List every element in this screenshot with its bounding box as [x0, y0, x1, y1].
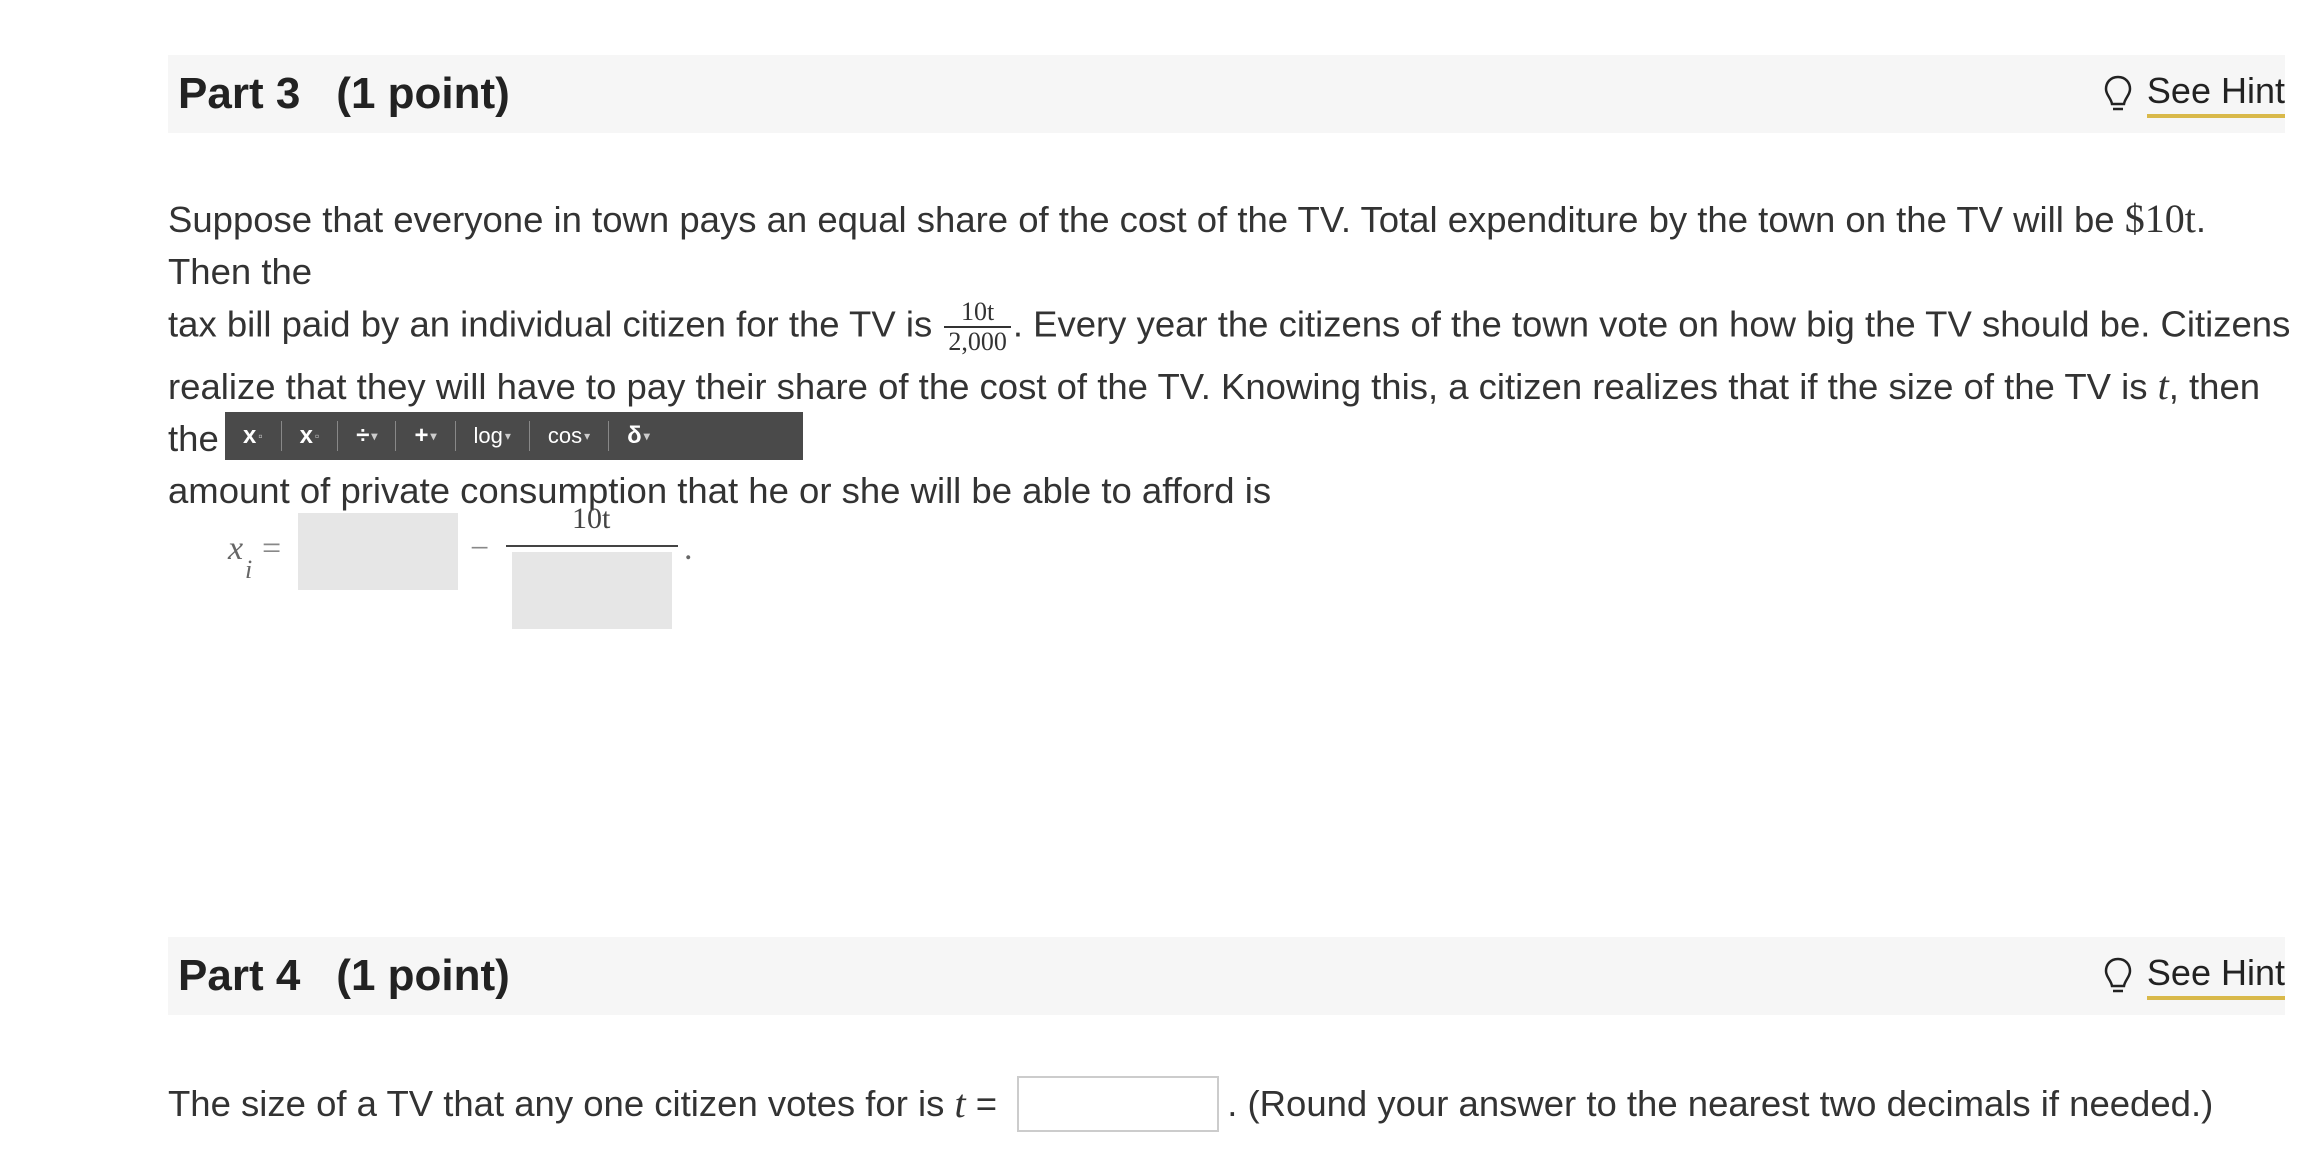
part4-header: Part 4 (1 point) See Hint — [168, 937, 2285, 1015]
part3-line2-end: . Every year the citizens of the town vo… — [1012, 303, 2291, 345]
plus-icon: + — [414, 422, 429, 449]
delta-label: δ — [627, 422, 642, 449]
part3-label: Part 3 — [178, 69, 301, 118]
part4-points: (1 point) — [336, 951, 510, 1000]
part3-points: (1 point) — [336, 69, 510, 118]
equation-lhs: x — [228, 530, 243, 568]
fraction-icon: ÷ — [356, 422, 370, 449]
lightbulb-icon — [2104, 75, 2132, 111]
superscript-mark: ▫ — [258, 429, 263, 443]
part3-line1: Suppose that everyone in town pays an eq… — [168, 193, 2298, 298]
part3-line2: tax bill paid by an individual citizen f… — [168, 298, 2298, 356]
math-toolbar: x ▫ x ▫ ÷ ▾ + ▾ log ▾ cos ▾ δ ▾ — [225, 412, 803, 460]
part4-rounding-note: . (Round your answer to the nearest two … — [1227, 1083, 2214, 1124]
fraction-denominator: 2,000 — [948, 327, 1007, 356]
part3-math-expenditure: $10t — [2124, 196, 2196, 241]
part3-title: Part 3 (1 point) — [168, 69, 510, 119]
part3-line2-text: tax bill paid by an individual citizen f… — [168, 303, 943, 345]
dropdown-caret-icon: ▾ — [430, 429, 437, 443]
fraction-numerator: 10t — [944, 298, 1011, 328]
dropdown-caret-icon: ▾ — [504, 429, 511, 443]
lhs-variable: x — [228, 530, 244, 567]
answer-input-1[interactable] — [298, 513, 458, 590]
part4-title: Part 4 (1 point) — [168, 951, 510, 1001]
dropdown-caret-icon: ▾ — [643, 429, 650, 443]
part4-question: The size of a TV that any one citizen vo… — [168, 1076, 2298, 1132]
fraction-bar — [506, 545, 678, 547]
lightbulb-icon — [2104, 957, 2132, 993]
superscript-button[interactable]: x ▫ — [225, 412, 281, 460]
equation-numerator: 10t — [572, 502, 611, 535]
superscript-label: x — [243, 422, 257, 449]
trig-button[interactable]: cos ▾ — [530, 412, 608, 460]
part3-math-t: t — [2157, 363, 2169, 408]
dropdown-caret-icon: ▾ — [584, 429, 591, 443]
part3-question-text: Suppose that everyone in town pays an eq… — [168, 193, 2298, 517]
part4-label: Part 4 — [178, 951, 301, 1000]
part4-question-text: The size of a TV that any one citizen vo… — [168, 1083, 955, 1124]
dropdown-caret-icon: ▾ — [371, 429, 378, 443]
subscript-button[interactable]: x ▫ — [282, 412, 338, 460]
tv-size-input[interactable] — [1017, 1076, 1220, 1132]
part3-header: Part 3 (1 point) See Hint — [168, 55, 2285, 133]
part3-see-hint-button[interactable]: See Hint — [2103, 70, 2285, 118]
part4-hint-label[interactable]: See Hint — [2146, 952, 2285, 1000]
part4-see-hint-button[interactable]: See Hint — [2103, 952, 2285, 1000]
log-label: log — [473, 423, 503, 448]
equation-equals: = — [262, 530, 282, 567]
subscript-label: x — [299, 422, 313, 449]
part3-line4: amount of private consumption that he or… — [168, 470, 1272, 511]
log-button[interactable]: log ▾ — [456, 412, 529, 460]
part4-math-t: t — [954, 1081, 966, 1126]
equation-period: . — [684, 530, 693, 567]
part3-line1-text: Suppose that everyone in town pays an eq… — [168, 199, 2125, 240]
equation-minus: − — [470, 530, 490, 567]
part3-tax-fraction: 10t 2,000 — [944, 298, 1011, 356]
part3-hint-label[interactable]: See Hint — [2146, 70, 2285, 118]
equation-lhs-subscript: i — [245, 555, 253, 584]
greek-button[interactable]: δ ▾ — [609, 412, 668, 460]
answer-input-2-denominator[interactable] — [512, 552, 672, 629]
part3-line3-text: realize that they will have to pay their… — [168, 366, 2158, 407]
operators-button[interactable]: + ▾ — [396, 412, 454, 460]
subscript-mark: ▫ — [314, 429, 320, 443]
part4-equals: = — [965, 1083, 1008, 1124]
cos-label: cos — [547, 423, 583, 448]
fraction-button[interactable]: ÷ ▾ — [338, 412, 395, 460]
